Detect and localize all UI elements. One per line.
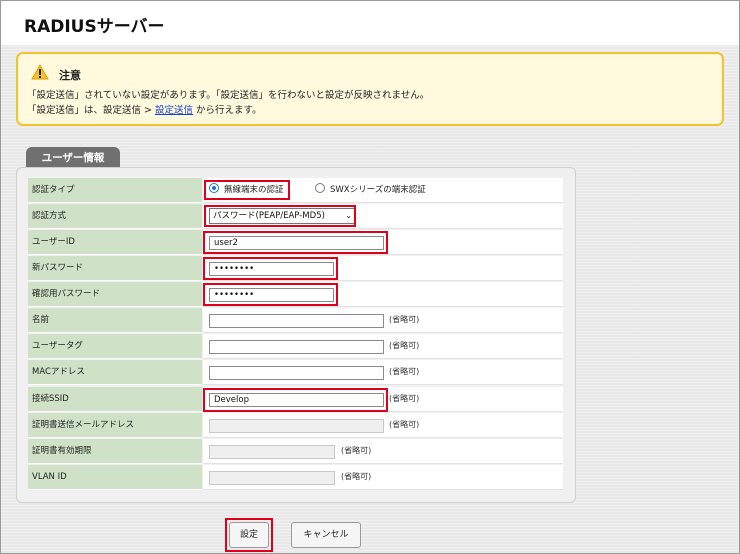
row-name: 名前 (省略可) [28, 308, 563, 333]
ssid-label: 接続SSID [28, 387, 202, 412]
ssid-input[interactable]: Develop [209, 393, 384, 407]
notice-line-2: 「設定送信」は、設定送信 > 設定送信 から行えます。 [27, 102, 262, 116]
radio-wireless[interactable] [209, 183, 219, 193]
user-tag-input[interactable] [209, 340, 384, 354]
user-id-input[interactable]: user2 [209, 236, 384, 250]
auth-type-label: 認証タイプ [28, 178, 202, 203]
title-bar: RADIUSサーバー [1, 1, 739, 45]
vlan-id-label: VLAN ID [28, 465, 202, 490]
confirm-password-input[interactable]: •••••••• [209, 288, 334, 302]
mac-address-label: MACアドレス [28, 360, 202, 385]
page-title: RADIUSサーバー [24, 17, 165, 37]
radio-wireless-label[interactable]: 無線端末の認証 [224, 183, 284, 195]
name-label: 名前 [28, 308, 202, 333]
row-user-tag: ユーザータグ (省略可) [28, 334, 563, 359]
cert-expiry-optional-note: (省略可) [341, 446, 372, 455]
user-tag-label: ユーザータグ [28, 334, 202, 359]
notice-line-1: 「設定送信」されていない設定があります。「設定送信」を行わないと設定が反映されま… [27, 90, 430, 101]
mac-address-input[interactable] [209, 366, 384, 380]
row-ssid: 接続SSID Develop (省略可) [28, 387, 563, 412]
mac-address-optional-note: (省略可) [389, 367, 420, 376]
settings-send-link[interactable]: 設定送信 [155, 105, 193, 116]
new-password-label: 新パスワード [28, 256, 202, 281]
row-new-password: 新パスワード •••••••• [28, 256, 563, 281]
row-vlan-id: VLAN ID (省略可) [28, 465, 563, 490]
cert-email-label: 証明書送信メールアドレス [28, 413, 202, 438]
cert-expiry-input [209, 445, 335, 459]
row-confirm-password: 確認用パスワード •••••••• [28, 282, 563, 307]
auth-method-select[interactable]: パスワード(PEAP/EAP-MD5) ⌄ [209, 208, 356, 224]
row-cert-email: 証明書送信メールアドレス (省略可) [28, 413, 563, 438]
row-cert-expiry: 証明書有効期限 (省略可) [28, 439, 563, 464]
user-tag-optional-note: (省略可) [389, 341, 420, 350]
cancel-button[interactable]: キャンセル [291, 522, 361, 548]
warning-icon [31, 64, 49, 80]
cert-email-optional-note: (省略可) [389, 420, 420, 429]
notice-line-2-suffix: から行えます。 [193, 105, 262, 116]
row-auth-type: 認証タイプ 無線端末の認証 SWXシリーズの端末認証 [28, 178, 563, 203]
row-user-id: ユーザーID user2 [28, 230, 563, 255]
notice-line-2-prefix: 「設定送信」は、設定送信 > [27, 105, 155, 116]
vlan-id-input [209, 471, 335, 485]
auth-method-label: 認証方式 [28, 204, 202, 229]
confirm-password-label: 確認用パスワード [28, 282, 202, 307]
radio-swx-label[interactable]: SWXシリーズの端末認証 [330, 183, 426, 195]
tab-user-info: ユーザー情報 [26, 147, 120, 169]
cert-email-input [209, 419, 384, 433]
auth-method-value: パスワード(PEAP/EAP-MD5) [213, 211, 325, 221]
row-auth-method: 認証方式 パスワード(PEAP/EAP-MD5) ⌄ [28, 204, 563, 229]
radio-swx[interactable] [315, 183, 325, 193]
new-password-input[interactable]: •••••••• [209, 262, 334, 276]
row-mac-address: MACアドレス (省略可) [28, 360, 563, 385]
name-input[interactable] [209, 314, 384, 328]
cert-expiry-label: 証明書有効期限 [28, 439, 202, 464]
notice-box: 注意 「設定送信」されていない設定があります。「設定送信」を行わないと設定が反映… [16, 52, 724, 126]
name-optional-note: (省略可) [389, 315, 420, 324]
ssid-optional-note: (省略可) [389, 394, 420, 403]
chevron-down-icon: ⌄ [345, 211, 352, 220]
submit-button[interactable]: 設定 [229, 522, 269, 548]
vlan-id-optional-note: (省略可) [341, 472, 372, 481]
notice-title: 注意 [59, 69, 81, 82]
user-id-label: ユーザーID [28, 230, 202, 255]
